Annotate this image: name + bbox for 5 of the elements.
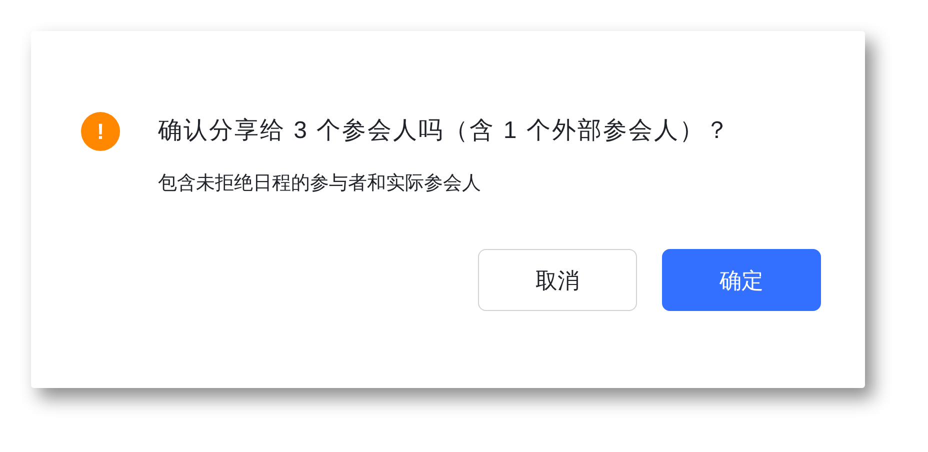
dialog-title: 确认分享给 3 个参会人吗（含 1 个外部参会人）？	[158, 116, 732, 146]
cancel-button[interactable]: 取消	[478, 249, 637, 311]
confirm-button[interactable]: 确定	[662, 249, 821, 311]
dialog-description: 包含未拒绝日程的参与者和实际参会人	[158, 172, 482, 196]
warning-icon: !	[81, 112, 120, 151]
